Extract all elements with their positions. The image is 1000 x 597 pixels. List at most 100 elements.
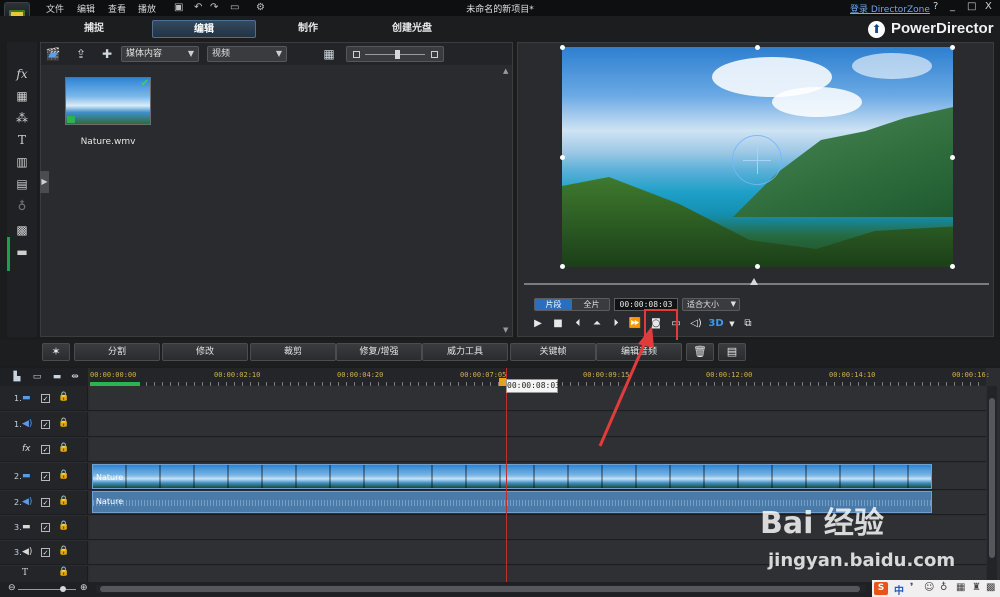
media-content-combo[interactable]: 媒体内容 ▼ (121, 46, 199, 62)
track-enable-checkbox[interactable]: ✓ (41, 420, 50, 429)
expand-panel-arrow-icon[interactable]: ▶ (40, 171, 49, 193)
redo-icon[interactable]: ↷ (210, 2, 218, 13)
resize-handle[interactable] (950, 45, 955, 50)
audio-mixing-icon[interactable]: ▤ (13, 176, 31, 192)
particle-icon[interactable]: ⁂ (13, 110, 31, 126)
upgrade-arrow-icon[interactable]: ⬆ (868, 21, 885, 38)
tab-capture[interactable]: 捕捉 (42, 20, 146, 38)
tab-create-disc[interactable]: 创建光盘 (360, 20, 464, 38)
track-enable-checkbox[interactable]: ✓ (41, 394, 50, 403)
pip-objects-icon[interactable]: ▦ (13, 88, 31, 104)
track-enable-checkbox[interactable]: ✓ (41, 498, 50, 507)
save-icon[interactable]: ▣ (174, 2, 183, 13)
subtitle-room-icon[interactable]: ▬ (13, 244, 31, 260)
media-content-clapper-icon[interactable]: ▰ (43, 46, 63, 62)
fit-timeline-icon[interactable]: ⇹ (68, 371, 82, 383)
menu-file[interactable]: 文件 (46, 2, 64, 15)
movie-mode-button[interactable]: 全片 (573, 299, 610, 310)
modify-button[interactable]: 修改 (162, 343, 248, 361)
transition-room-icon[interactable]: ▥ (13, 154, 31, 170)
tab-produce[interactable]: 制作 (256, 20, 360, 38)
lock-icon[interactable]: 🔒 (58, 418, 69, 428)
menu-play[interactable]: 播放 (138, 2, 156, 15)
volume-icon[interactable]: ◁) (688, 317, 704, 331)
keyboard-icon[interactable]: ▦ (956, 582, 965, 593)
undock-preview-icon[interactable]: ⧉ (740, 317, 756, 331)
minimize-button[interactable]: _ (950, 1, 955, 12)
resize-handle[interactable] (560, 45, 565, 50)
previous-frame-icon[interactable]: ⏴ (570, 317, 586, 331)
media-thumbnail[interactable]: ✔ (65, 77, 151, 125)
resize-handle[interactable] (560, 155, 565, 160)
import-media-icon[interactable]: ⇪ (71, 46, 91, 62)
skin-shirt-icon[interactable]: ♜ (972, 582, 981, 593)
aspect-ratio-icon[interactable]: ▭ (230, 2, 239, 13)
tab-edit[interactable]: 编辑 (152, 20, 256, 38)
title-room-icon[interactable]: T (13, 132, 31, 148)
seek-knob[interactable] (750, 278, 758, 285)
keyframe-button[interactable]: 关键帧 (510, 343, 596, 361)
play-icon[interactable]: ▶ (530, 317, 546, 331)
menu-view[interactable]: 查看 (108, 2, 126, 15)
timeline-vertical-scrollbar[interactable] (987, 386, 997, 582)
lock-icon[interactable]: 🔒 (58, 470, 69, 480)
scroll-thumb[interactable] (100, 586, 860, 592)
ime-language-label[interactable]: 中 (894, 582, 904, 597)
scroll-thumb[interactable] (989, 398, 995, 558)
fx-room-icon[interactable]: fx (13, 66, 31, 82)
lock-icon[interactable]: 🔒 (58, 521, 69, 531)
timeline-zoom-slider[interactable]: ⊖ ⊕ (8, 583, 88, 593)
microphone-icon[interactable]: ♁ (940, 582, 947, 593)
resize-handle[interactable] (755, 45, 760, 50)
fix-enhance-button[interactable]: 修复/增强 (336, 343, 422, 361)
resize-handle[interactable] (755, 264, 760, 269)
storyboard-view-icon[interactable]: ▭ (30, 371, 44, 383)
timeline-playhead[interactable] (506, 368, 507, 582)
power-tools-button[interactable]: 威力工具 (422, 343, 508, 361)
sogou-ime-icon[interactable]: S (874, 582, 888, 595)
settings-gear-icon[interactable]: ⚙ (256, 2, 265, 13)
resize-handle[interactable] (560, 264, 565, 269)
scroll-down-icon[interactable]: ▼ (503, 326, 508, 334)
video-clip[interactable]: Nature (92, 464, 932, 489)
track-enable-checkbox[interactable]: ✓ (41, 548, 50, 557)
chapter-room-icon[interactable]: ▩ (13, 222, 31, 238)
preview-fit-combo[interactable]: 适合大小 ▼ (682, 298, 740, 311)
lock-icon[interactable]: 🔒 (58, 392, 69, 402)
voice-over-microphone-icon[interactable]: ♁ (13, 198, 31, 214)
punctuation-icon[interactable]: ❜ (910, 582, 913, 593)
split-button[interactable]: 分割 (74, 343, 160, 361)
zoom-out-icon[interactable]: ⊖ (8, 583, 16, 593)
thumbnail-size-slider[interactable] (346, 46, 444, 62)
track-enable-checkbox[interactable]: ✓ (41, 445, 50, 454)
track-body[interactable] (90, 412, 986, 436)
emoji-face-icon[interactable]: ☺ (924, 582, 934, 593)
close-button[interactable]: X (985, 1, 992, 12)
delete-trash-icon[interactable]: 🗑 (686, 343, 714, 361)
magic-tools-icon[interactable]: ✶ (42, 343, 70, 361)
resize-handle[interactable] (950, 264, 955, 269)
lock-icon[interactable]: 🔒 (58, 496, 69, 506)
media-room-icon[interactable] (13, 46, 31, 62)
playhead-marker[interactable] (499, 378, 506, 386)
stop-icon[interactable]: ■ (550, 317, 566, 331)
maximize-button[interactable]: □ (967, 1, 976, 12)
timeline-horizontal-scrollbar[interactable] (96, 585, 866, 593)
grid-view-icon[interactable]: ▦ (319, 46, 339, 62)
clip-mode-button[interactable]: 片段 (535, 299, 572, 310)
more-features-icon[interactable]: ▤ (718, 343, 746, 361)
track-manager-icon[interactable]: ▙ (10, 371, 24, 383)
menu-edit[interactable]: 编辑 (77, 2, 95, 15)
plugins-puzzle-icon[interactable]: ✚ (97, 46, 117, 62)
crop-button[interactable]: 裁剪 (250, 343, 336, 361)
track-enable-checkbox[interactable]: ✓ (41, 472, 50, 481)
track-body[interactable] (90, 438, 986, 461)
library-scrollbar[interactable]: ▲ ▼ (502, 65, 511, 336)
preview-video-frame[interactable] (562, 47, 953, 267)
lock-icon[interactable]: 🔒 (58, 443, 69, 453)
3d-mode-button[interactable]: 3D (708, 317, 724, 331)
lock-icon[interactable]: 🔒 (58, 546, 69, 556)
media-filter-combo[interactable]: 视频 ▼ (207, 46, 287, 62)
position-target-icon[interactable] (732, 135, 782, 185)
track-enable-checkbox[interactable]: ✓ (41, 523, 50, 532)
